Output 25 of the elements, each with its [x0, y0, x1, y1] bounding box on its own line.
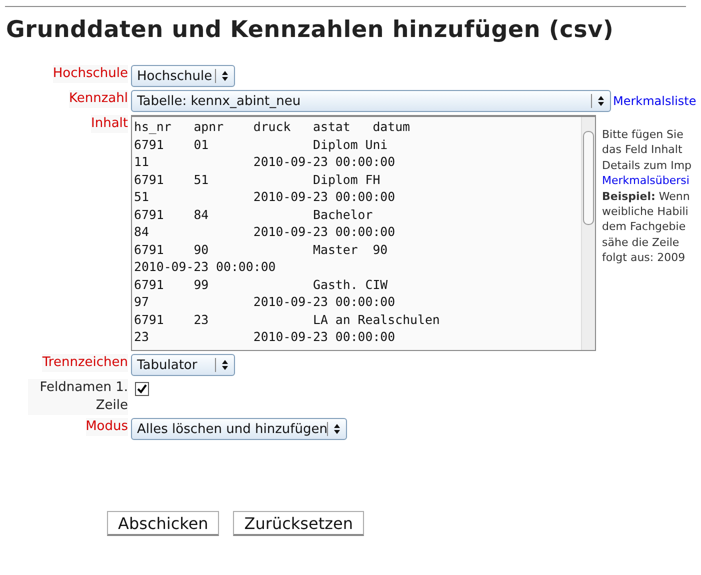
help-link[interactable]: Merkmalsübersi — [602, 174, 690, 188]
field-label: Modus — [86, 418, 128, 436]
help-text-line: weibliche Habili — [602, 204, 690, 220]
merkmalsliste-link[interactable]: Merkmalsliste — [613, 94, 696, 108]
dropdown-select[interactable]: Hochschule — [131, 65, 235, 87]
dropdown-select[interactable]: Alles löschen und hinzufügen — [131, 418, 348, 440]
dropdown-select[interactable]: Tabelle: kennx_abint_neu — [131, 90, 611, 112]
help-text-line: sähe die Zeile — [602, 234, 680, 250]
field-label: Inhalt — [91, 115, 128, 133]
help-text-line: Beispiel: Wenn — [602, 188, 691, 204]
help-text-line: Bitte fügen Sie — [602, 127, 684, 142]
submit-button[interactable]: Abschicken — [107, 511, 220, 536]
help-text-line: das Feld Inhalt — [602, 142, 684, 158]
reset-button[interactable]: Zurücksetzen — [233, 511, 364, 536]
page-title: Grunddaten und Kennzahlen hinzufügen (csv) — [6, 17, 615, 43]
help-text-line: Details zum Imp — [602, 158, 693, 174]
field-label: Hochschule — [52, 65, 128, 83]
checkbox[interactable] — [135, 382, 149, 396]
field-label: Kennzahl — [69, 90, 128, 108]
help-text-line: dem Fachgebie — [602, 219, 687, 235]
help-text-line: folgt aus: 2009 — [602, 250, 686, 266]
content-textarea[interactable]: hs_nr apnr druck astat datum 6791 01 Diplom Uni 11 2010-09-23 00:00:00 6791 51 Diplom FH 51 2010-09-23 00:00:00 6791 84 Bachelor 84 2010-09-23 00:00:00 6791 90 Master 90 2010-09-23 00:00:00 6791 99 Gasth. CIW 97 2010-09-23 00:00:00 6791 23 LA an Realschulen 23 2010-09-23 00:00:00 — [131, 115, 596, 351]
field-label: Trennzeichen — [42, 354, 128, 372]
field-label: Feldnamen 1. Zeile — [28, 379, 128, 415]
dropdown-select[interactable]: Tabulator — [131, 354, 235, 376]
